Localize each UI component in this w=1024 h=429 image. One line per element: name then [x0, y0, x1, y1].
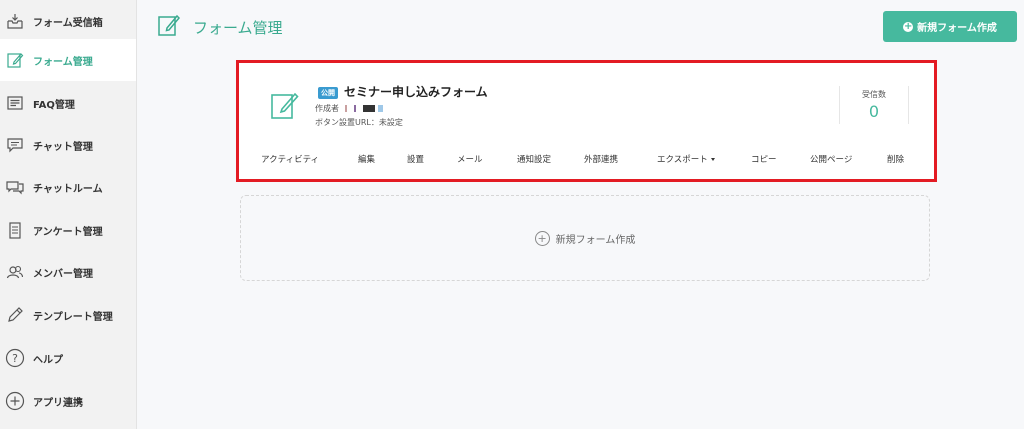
received-count: 0: [868, 102, 880, 121]
received-count-box: 受信数 0: [839, 86, 909, 124]
sidebar-item-form-management[interactable]: フォーム管理: [0, 39, 136, 81]
action-external-integration[interactable]: 外部連携: [584, 153, 618, 165]
form-title[interactable]: セミナー申し込みフォーム: [344, 83, 488, 100]
form-edit-icon: [4, 49, 26, 71]
sidebar-item-chat-management[interactable]: チャット管理: [0, 124, 136, 166]
button-url-status: ボタン設置URL：未設定: [315, 118, 403, 127]
sidebar-item-label: フォーム管理: [33, 56, 93, 68]
members-icon: [4, 261, 26, 283]
action-delete[interactable]: 削除: [887, 153, 904, 165]
form-card: 公開 セミナー申し込みフォーム 作成者 ボタン設置URL：未設定 受信数 0 ア…: [236, 60, 937, 182]
action-export-dropdown[interactable]: エクスポート: [657, 153, 715, 165]
author-avatar: [345, 105, 383, 112]
action-install[interactable]: 設置: [407, 153, 424, 165]
page-title: フォーム管理: [157, 12, 283, 42]
new-form-button-label: 新規フォーム作成: [917, 23, 997, 34]
pencil-icon: [4, 304, 26, 326]
sidebar-item-templates[interactable]: テンプレート管理: [0, 294, 136, 336]
sidebar-item-help[interactable]: ? ヘルプ: [0, 337, 136, 379]
sidebar-item-label: アンケート管理: [33, 226, 103, 238]
add-new-form-box[interactable]: + 新規フォーム作成: [240, 195, 930, 281]
add-new-form-label: 新規フォーム作成: [555, 234, 636, 246]
sidebar-item-label: FAQ管理: [33, 99, 75, 111]
sidebar-item-label: チャットルーム: [33, 183, 103, 195]
sidebar-item-faq[interactable]: FAQ管理: [0, 82, 136, 124]
sidebar-item-label: ヘルプ: [33, 354, 63, 366]
sidebar-item-label: フォーム受信箱: [33, 17, 103, 29]
action-mail[interactable]: メール: [457, 153, 483, 165]
received-label: 受信数: [862, 90, 886, 99]
form-edit-icon: [157, 12, 181, 42]
action-edit[interactable]: 編集: [358, 153, 375, 165]
action-copy[interactable]: コピー: [751, 153, 777, 165]
sidebar-item-label: メンバー管理: [33, 268, 93, 280]
form-edit-icon: [270, 89, 300, 125]
inbox-icon: [4, 10, 26, 32]
chat-room-icon: [4, 176, 26, 198]
sidebar-item-form-inbox[interactable]: フォーム受信箱: [0, 0, 136, 42]
sidebar-item-label: テンプレート管理: [33, 311, 113, 323]
faq-icon: [4, 92, 26, 114]
chat-icon: [4, 134, 26, 156]
sidebar-item-app-integration[interactable]: アプリ連携: [0, 380, 136, 422]
page-title-text: フォーム管理: [193, 18, 283, 37]
sidebar-item-survey[interactable]: アンケート管理: [0, 209, 136, 251]
action-activity[interactable]: アクティビティ: [261, 153, 319, 165]
caret-down-icon: [710, 158, 715, 161]
form-actions: アクティビティ 編集 設置 メール 通知設定 外部連携 エクスポート コピー 公…: [239, 153, 934, 169]
plus-icon: +: [903, 20, 914, 32]
action-public-page[interactable]: 公開ページ: [810, 153, 852, 165]
form-author: 作成者: [315, 103, 383, 114]
sidebar-item-label: アプリ連携: [33, 397, 83, 409]
status-badge: 公開: [318, 87, 338, 99]
plus-circle-icon: +: [534, 230, 550, 246]
svg-text:?: ?: [12, 352, 18, 365]
author-label: 作成者: [315, 104, 339, 113]
help-icon: ?: [4, 347, 26, 369]
action-notification-settings[interactable]: 通知設定: [517, 153, 551, 165]
sidebar-item-chat-room[interactable]: チャットルーム: [0, 166, 136, 208]
new-form-button[interactable]: + 新規フォーム作成: [883, 11, 1017, 42]
action-export-label: エクスポート: [657, 155, 708, 165]
plus-circle-icon: [4, 390, 26, 412]
sidebar-item-label: チャット管理: [33, 141, 93, 153]
survey-icon: [4, 219, 26, 241]
sidebar-item-members[interactable]: メンバー管理: [0, 251, 136, 293]
sidebar: フォーム受信箱 フォーム管理 FAQ管理 チャット管理 チャットルーム アンケー…: [0, 0, 137, 429]
